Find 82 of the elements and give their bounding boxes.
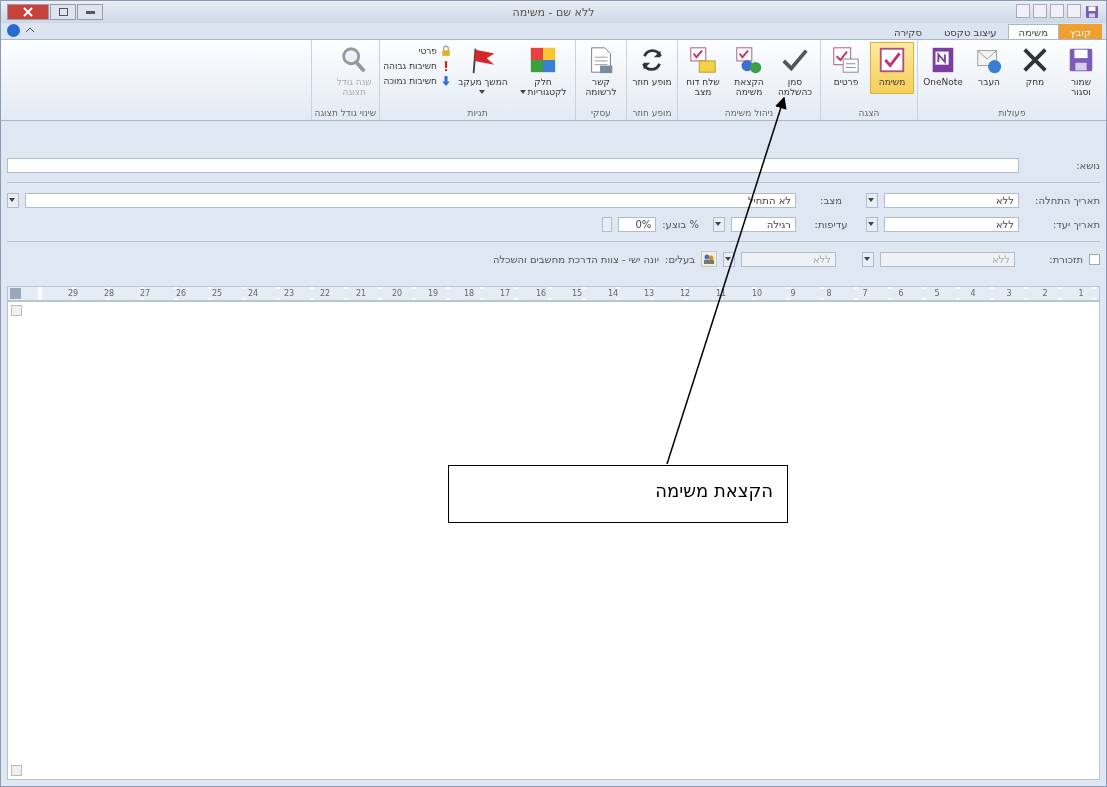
close-icon bbox=[23, 7, 33, 17]
ribbon-small-button[interactable]: פרטי bbox=[383, 45, 452, 57]
caret-icon bbox=[868, 198, 874, 202]
dropdown-button[interactable] bbox=[713, 216, 725, 232]
group-label: עסקי bbox=[590, 108, 612, 120]
callout-label: הקצאת משימה bbox=[448, 465, 788, 523]
caret-icon bbox=[9, 198, 15, 202]
field-label: תאריך התחלה: bbox=[1034, 194, 1100, 206]
date-field[interactable]: ללא bbox=[884, 192, 1019, 208]
minimize-button[interactable] bbox=[77, 4, 103, 20]
color-squares-icon bbox=[528, 45, 558, 75]
ribbon-button[interactable]: משימה bbox=[870, 42, 914, 94]
anchor-icon bbox=[11, 765, 22, 776]
ribbon-small-button[interactable]: חשיבות גבוהה bbox=[383, 60, 452, 72]
caret-icon bbox=[868, 222, 874, 226]
caret-icon bbox=[725, 257, 731, 261]
group-label: שינוי גודל תצוגה bbox=[314, 108, 377, 120]
close-button[interactable] bbox=[7, 4, 49, 20]
reminder-checkbox[interactable] bbox=[1089, 253, 1100, 265]
ribbon-button[interactable]: סמן כהשלמה bbox=[773, 42, 817, 101]
details-page-icon bbox=[831, 45, 861, 75]
group-label: מופע חוזר bbox=[631, 108, 673, 120]
ribbon-tab[interactable]: משימה bbox=[1007, 24, 1059, 39]
ruler-number: 4 bbox=[955, 289, 991, 298]
subject-field[interactable] bbox=[7, 157, 1019, 173]
group-label: הצגה bbox=[857, 108, 881, 120]
ribbon-button[interactable]: הקצאת משימה bbox=[727, 42, 771, 101]
ribbon-button[interactable]: מחק bbox=[1013, 42, 1057, 91]
field-label: תאריך יעד: bbox=[1052, 218, 1100, 230]
maximize-icon bbox=[58, 8, 68, 16]
people-icon bbox=[703, 253, 715, 265]
caret-icon[interactable] bbox=[25, 25, 35, 35]
ribbon-dropdown-button[interactable]: חלק לקטגוריות bbox=[514, 42, 572, 101]
ribbon-button[interactable]: מופע חוזר bbox=[630, 42, 674, 91]
group-label: פעולות bbox=[997, 108, 1027, 120]
help-button[interactable] bbox=[7, 24, 20, 37]
caret-icon bbox=[715, 222, 721, 226]
ribbon-small-button[interactable]: חשיבות נמוכה bbox=[383, 75, 452, 87]
people-check-icon bbox=[734, 45, 764, 75]
field-label: בעלים: bbox=[665, 253, 695, 265]
dropdown-button[interactable] bbox=[862, 251, 874, 267]
ribbon-button[interactable]: קשר לרשומה bbox=[579, 42, 623, 101]
ruler-number: 20 bbox=[379, 289, 415, 298]
ribbon-tab[interactable]: עיצוב טקסט bbox=[932, 24, 1008, 39]
caret-icon bbox=[864, 257, 870, 261]
percent-field[interactable]: 0% bbox=[618, 216, 657, 232]
window-title: ללא שם - משימה bbox=[512, 5, 595, 19]
ribbon-button[interactable]: פרטים bbox=[824, 42, 868, 91]
down-arrow-icon bbox=[440, 75, 452, 87]
anchor-icon bbox=[11, 305, 22, 316]
caret-icon bbox=[519, 90, 526, 95]
field-label: מצב: bbox=[819, 194, 843, 206]
notes-field[interactable] bbox=[7, 301, 1100, 780]
dropdown-button[interactable] bbox=[7, 192, 19, 208]
ribbon-button[interactable]: OneNote bbox=[921, 42, 965, 91]
ruler-number: 19 bbox=[415, 289, 451, 298]
field-label: תזכורת: bbox=[1048, 253, 1083, 265]
owner-name: יונה ישי - צוות הדרכת מחשבים והשכלה bbox=[492, 253, 660, 265]
ribbon-button[interactable]: העבר bbox=[967, 42, 1011, 91]
group-label: ניהול משימה bbox=[723, 108, 775, 120]
ribbon-button[interactable]: שלח דוח מצב bbox=[681, 42, 725, 101]
field-label: נושא: bbox=[1075, 159, 1100, 171]
check-envelope-icon bbox=[688, 45, 718, 75]
owner-button[interactable] bbox=[701, 251, 717, 267]
task-check-icon bbox=[877, 45, 907, 75]
dropdown-button[interactable] bbox=[866, 192, 878, 208]
padlock-icon bbox=[440, 45, 452, 57]
date-field[interactable]: ללא bbox=[884, 216, 1019, 232]
minimize-icon bbox=[85, 10, 95, 14]
ruler-number: 21 bbox=[343, 289, 379, 298]
caret-icon bbox=[479, 90, 485, 95]
field-label: % בוצע: bbox=[662, 218, 699, 230]
field-label: עדיפות: bbox=[813, 218, 849, 230]
priority-field[interactable]: רגילה bbox=[731, 216, 796, 232]
ruler-number: 2 bbox=[1027, 289, 1063, 298]
dropdown-button[interactable] bbox=[866, 216, 878, 232]
maximize-button[interactable] bbox=[50, 4, 76, 20]
ribbon-tab[interactable]: סקירה bbox=[882, 24, 933, 39]
ribbon-button[interactable]: שמור וסגור bbox=[1059, 42, 1103, 101]
group-label: תגיות bbox=[466, 108, 489, 120]
ribbon-dropdown-button[interactable]: המשך מעקב bbox=[454, 42, 512, 101]
ruler-number: 3 bbox=[991, 289, 1027, 298]
